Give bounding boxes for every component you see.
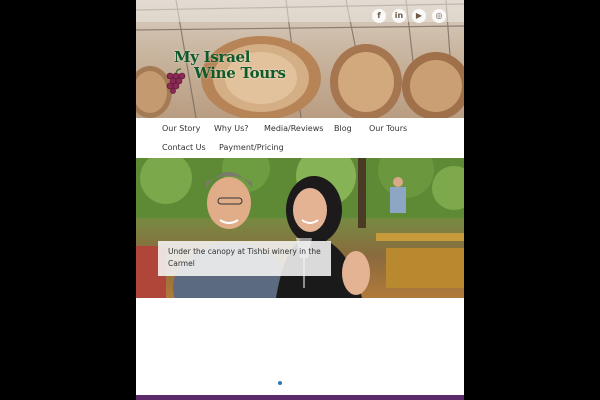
nav-item-media-reviews[interactable]: Media/Reviews	[264, 124, 323, 133]
logo-text-line2: Wine Tours	[194, 64, 286, 82]
page-container: f in ▶ ◎ My Israel Wine Tours Our Story …	[136, 0, 464, 400]
tripadvisor-icon[interactable]: ◎	[432, 9, 446, 23]
nav-item-why-us[interactable]: Why Us?	[214, 124, 249, 133]
site-header: f in ▶ ◎ My Israel Wine Tours	[136, 0, 464, 118]
site-logo[interactable]: My Israel Wine Tours	[162, 46, 292, 98]
nav-item-our-story[interactable]: Our Story	[162, 124, 200, 133]
youtube-icon[interactable]: ▶	[412, 9, 426, 23]
social-icons: f in ▶ ◎	[372, 9, 446, 23]
nav-item-payment-pricing[interactable]: Payment/Pricing	[219, 143, 284, 152]
slider-pagination-dot[interactable]	[278, 381, 282, 385]
slide-caption: Under the canopy at Tishbi winery in the…	[158, 241, 331, 276]
slide-caption-text: Under the canopy at Tishbi winery in the…	[168, 247, 321, 268]
facebook-icon[interactable]: f	[372, 9, 386, 23]
linkedin-icon[interactable]: in	[392, 9, 406, 23]
grapes-icon	[166, 68, 186, 94]
main-nav: Our Story Why Us? Media/Reviews Blog Our…	[136, 118, 464, 158]
nav-item-contact-us[interactable]: Contact Us	[162, 143, 206, 152]
hero-photo	[136, 158, 464, 298]
hero-slider[interactable]: Under the canopy at Tishbi winery in the…	[136, 158, 464, 298]
nav-item-our-tours[interactable]: Our Tours	[369, 124, 407, 133]
nav-item-blog[interactable]: Blog	[334, 124, 352, 133]
footer-bar	[136, 395, 464, 400]
